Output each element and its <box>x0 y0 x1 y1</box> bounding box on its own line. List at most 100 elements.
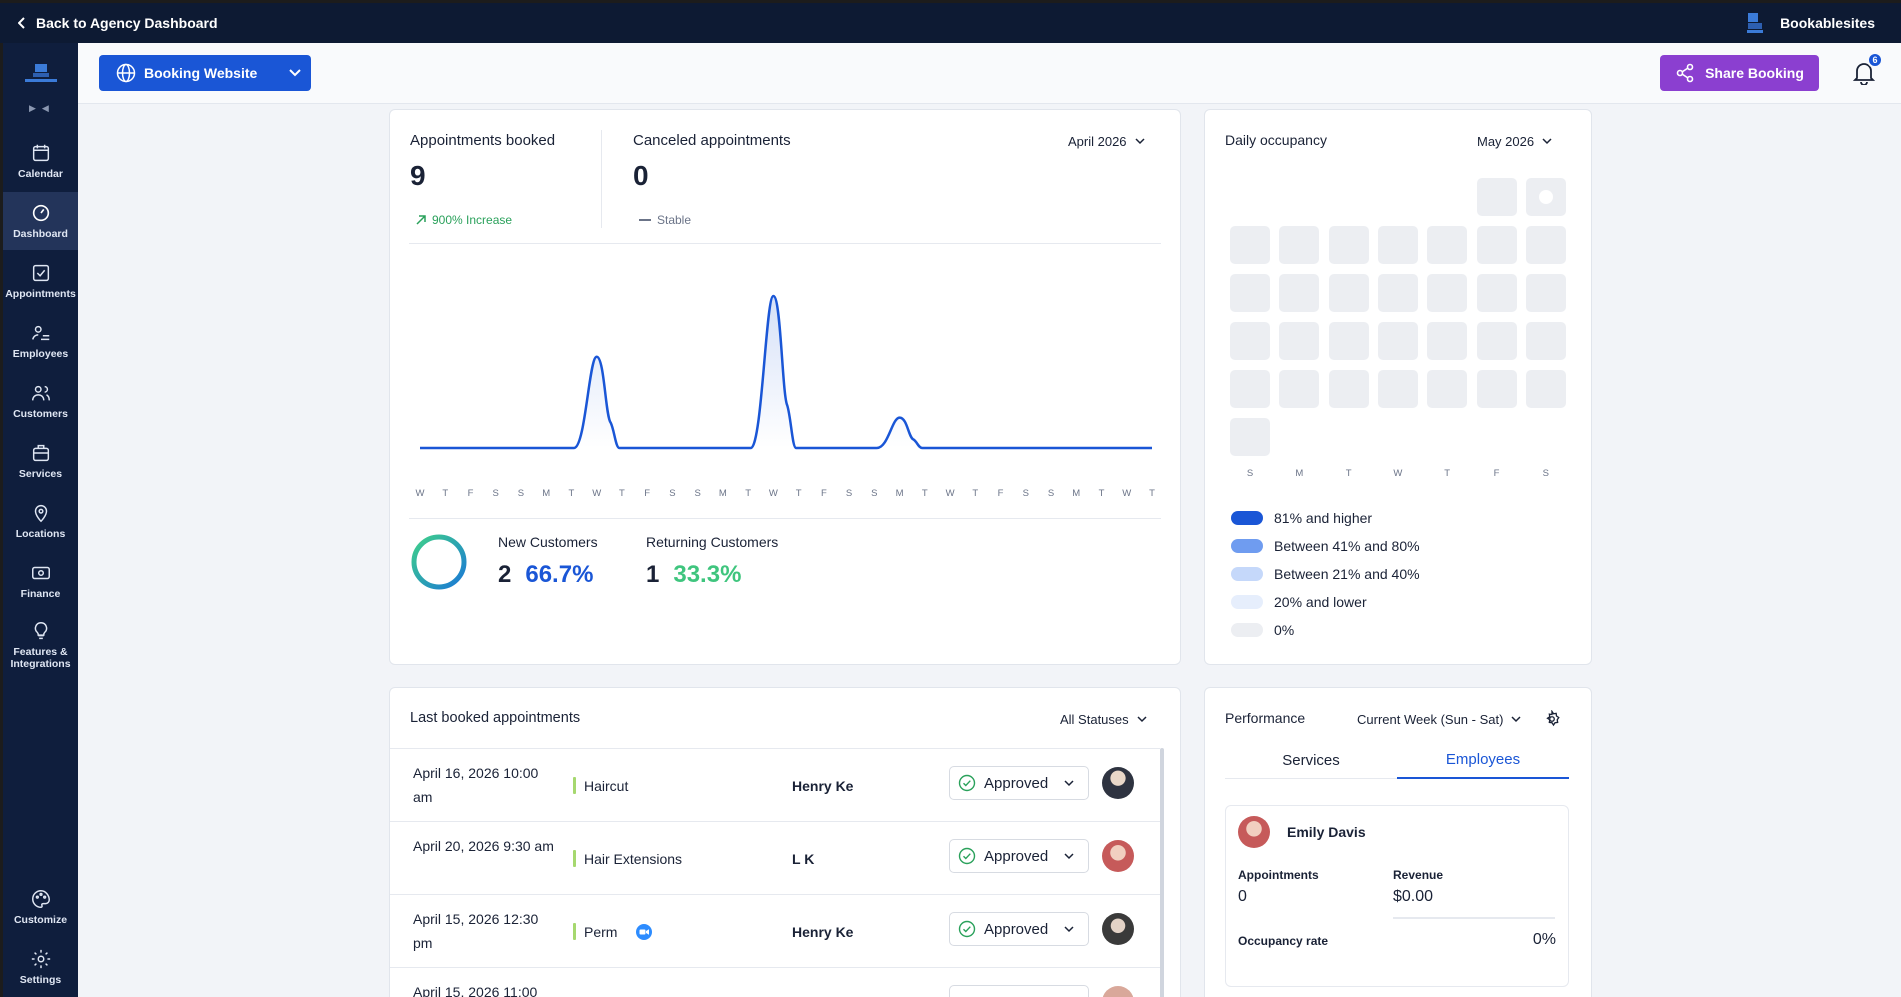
services-icon <box>32 444 49 462</box>
occupancy-rate-value: 0% <box>1532 931 1556 948</box>
status-filter-dropdown[interactable]: All Statuses <box>1060 712 1147 727</box>
share-booking-label: Share Booking <box>1705 65 1804 81</box>
check-circle-icon <box>958 920 976 938</box>
x-tick-label: S <box>517 488 525 499</box>
calendar-day-cell[interactable] <box>1377 274 1418 312</box>
calendar-day-cell[interactable] <box>1328 322 1369 360</box>
status-dropdown[interactable]: Approved <box>949 766 1089 800</box>
sidebar-item-customers[interactable]: Customers <box>3 372 78 430</box>
stats-month-label: April 2026 <box>1068 134 1127 149</box>
sidebar-item-features[interactable]: Features & Integrations <box>3 612 78 678</box>
period-dropdown[interactable]: Current Week (Sun - Sat) <box>1357 712 1521 727</box>
last-booked-appointments-card: Last booked appointments All Statuses Ap… <box>389 687 1181 997</box>
calendar-day-cell[interactable] <box>1328 226 1369 264</box>
sidebar-item-finance[interactable]: Finance <box>3 552 78 610</box>
scrollbar[interactable] <box>1160 748 1164 997</box>
table-row[interactable]: April 20, 2026 9:30 am Hair Extensions L… <box>390 821 1160 894</box>
calendar-day-cell[interactable] <box>1525 178 1566 216</box>
status-dropdown[interactable]: Approved <box>949 839 1089 873</box>
table-row[interactable]: April 15, 2026 12:30 pm Perm Henry Ke Ap… <box>390 894 1160 967</box>
chart-divider <box>409 518 1161 519</box>
collapse-sidebar-icon[interactable]: ▶◀ <box>29 103 55 114</box>
status-dropdown[interactable]: Approved <box>949 912 1089 946</box>
service-color-bar <box>573 777 576 794</box>
calendar-day-cell[interactable] <box>1230 274 1270 312</box>
settings-gear-icon[interactable] <box>1543 710 1561 728</box>
legend-item: 81% and higher <box>1231 510 1372 526</box>
calendar-day-cell[interactable] <box>1230 226 1270 264</box>
status-dropdown[interactable] <box>949 985 1089 997</box>
calendar-day-cell[interactable] <box>1427 322 1468 360</box>
sidebar-item-employees[interactable]: Employees <box>3 312 78 370</box>
dashboard-icon <box>32 204 49 222</box>
x-tick-label: T <box>1149 488 1155 499</box>
calendar-day-cell[interactable] <box>1377 226 1418 264</box>
calendar-day-cell[interactable] <box>1279 274 1320 312</box>
sidebar-item-customize[interactable]: Customize <box>3 878 78 936</box>
table-row[interactable]: April 15, 2026 11:00 <box>390 967 1160 997</box>
calendar-day-cell[interactable] <box>1525 370 1566 408</box>
gear-icon <box>31 949 50 969</box>
x-tick-label: T <box>795 488 802 499</box>
calendar-day-cell[interactable] <box>1525 322 1566 360</box>
status-label: Approved <box>984 774 1049 792</box>
calendar-day-cell[interactable] <box>1476 370 1517 408</box>
back-to-agency-link[interactable]: Back to Agency Dashboard <box>18 15 218 31</box>
calendar-day-cell[interactable] <box>1279 370 1320 408</box>
calendar-day-cell[interactable] <box>1230 418 1270 456</box>
calendar-day-cell[interactable] <box>1525 274 1566 312</box>
sidebar-item-label: Locations <box>15 528 66 540</box>
calendar-day-cell[interactable] <box>1377 370 1418 408</box>
appointments-booked-value: 9 <box>410 160 426 191</box>
calendar-day-cell[interactable] <box>1328 274 1369 312</box>
sidebar-item-appointments[interactable]: Appointments <box>3 252 78 310</box>
x-tick-label: W <box>415 488 425 499</box>
chevron-down-icon[interactable] <box>279 55 311 91</box>
revenue-label: Revenue <box>1393 868 1444 882</box>
period-label: Current Week (Sun - Sat) <box>1357 712 1504 727</box>
calendar-day-cell[interactable] <box>1427 274 1468 312</box>
notifications-button[interactable]: 6 <box>1852 52 1883 86</box>
table-row[interactable]: April 16, 2026 10:00 am Haircut Henry Ke… <box>390 748 1160 821</box>
occupancy-month-dropdown[interactable]: May 2026 <box>1477 134 1552 149</box>
status-label: Approved <box>984 847 1049 865</box>
tab-services[interactable]: Services <box>1225 741 1397 779</box>
sidebar-item-dashboard[interactable]: Dashboard <box>3 192 78 250</box>
stats-month-dropdown[interactable]: April 2026 <box>1068 134 1145 149</box>
chevron-down-icon <box>1542 138 1552 145</box>
calendar-day-cell[interactable] <box>1230 322 1270 360</box>
calendar-day-cell[interactable] <box>1476 322 1517 360</box>
calendar-day-cell[interactable] <box>1476 226 1517 264</box>
calendar-day-cell[interactable] <box>1476 274 1517 312</box>
calendar-day-cell[interactable] <box>1230 370 1270 408</box>
employee-avatar <box>1102 840 1134 872</box>
booking-website-dropdown[interactable]: Booking Website <box>99 55 311 91</box>
calendar-day-cell[interactable] <box>1427 370 1468 408</box>
new-customers-values: 2 66.7% <box>498 561 593 589</box>
video-call-icon <box>636 923 653 940</box>
weekday-label: T <box>1444 468 1451 479</box>
calendar-day-cell[interactable] <box>1279 226 1320 264</box>
sidebar-item-calendar[interactable]: Calendar <box>3 132 78 190</box>
booking-website-label: Booking Website <box>144 65 258 81</box>
sidebar-item-settings[interactable]: Settings <box>3 938 78 996</box>
sidebar-item-label: Customers <box>13 408 68 420</box>
tab-employees[interactable]: Employees <box>1397 741 1569 779</box>
sidebar-item-locations[interactable]: Locations <box>3 492 78 550</box>
calendar-day-cell[interactable] <box>1279 322 1320 360</box>
share-booking-button[interactable]: Share Booking <box>1660 55 1819 91</box>
calendar-day-cell[interactable] <box>1427 226 1468 264</box>
calendar-day-cell[interactable] <box>1476 178 1517 216</box>
appointments-label: Appointments <box>1238 868 1319 882</box>
chevron-down-icon <box>1064 925 1074 932</box>
appointment-service: Haircut <box>573 749 628 822</box>
weekday-label: S <box>1542 468 1549 479</box>
calendar-day-cell[interactable] <box>1525 226 1566 264</box>
sidebar-item-label: Settings <box>19 974 62 986</box>
x-tick-label: M <box>718 488 727 499</box>
calendar-day-cell[interactable] <box>1328 370 1369 408</box>
calendar-day-cell[interactable] <box>1377 322 1418 360</box>
sidebar-item-services[interactable]: Services <box>3 432 78 490</box>
x-tick-label: W <box>592 488 602 499</box>
weekday-label: S <box>1246 468 1254 479</box>
